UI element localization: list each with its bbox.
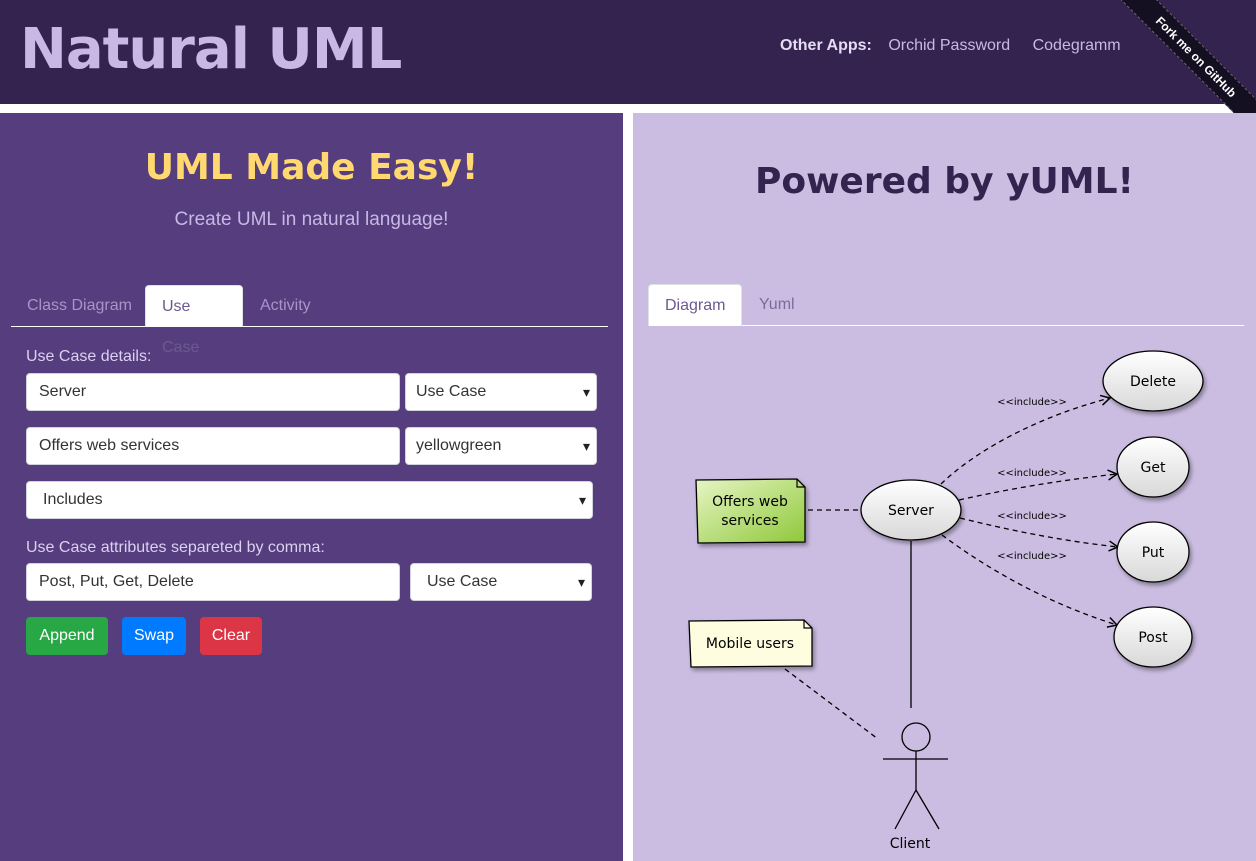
editor-subtitle: Create UML in natural language!	[174, 209, 449, 230]
use-case-type-select[interactable]: Use Case	[405, 373, 597, 411]
editor-title: UML Made Easy!	[144, 147, 479, 188]
include-label-post: <<include>>	[997, 551, 1067, 562]
app-logo[interactable]: Natural UML	[20, 10, 402, 90]
attributes-label: Use Case attributes separeted by comma:	[26, 539, 325, 556]
note2-text: Mobile users	[706, 636, 794, 652]
use-case-put-label: Put	[1142, 545, 1165, 561]
note1-line1: Offers web	[712, 494, 788, 510]
swap-button[interactable]: Swap	[122, 617, 186, 655]
orchid-password-link[interactable]: Orchid Password	[888, 37, 1010, 54]
other-apps-label: Other Apps:	[780, 37, 872, 54]
other-apps-nav: Other Apps: Orchid Password Codegramm	[780, 37, 1139, 55]
append-button[interactable]: Append	[26, 617, 108, 655]
actor-client-label: Client	[890, 836, 931, 852]
codegramm-link[interactable]: Codegramm	[1033, 37, 1121, 54]
tabs-divider	[11, 326, 608, 327]
include-label-put: <<include>>	[997, 511, 1067, 522]
note-color-select[interactable]: yellowgreen	[405, 427, 597, 465]
use-case-details-label: Use Case details:	[26, 348, 152, 365]
tab-use-case[interactable]: Use Case	[145, 285, 243, 356]
note-offers-web-services	[695, 478, 806, 544]
include-label-delete: <<include>>	[997, 397, 1067, 408]
use-case-server-label: Server	[888, 503, 934, 519]
tab-class-diagram[interactable]: Class Diagram	[11, 285, 148, 326]
attributes-input[interactable]: Post, Put, Get, Delete	[26, 563, 400, 601]
attributes-type-select[interactable]: Use Case	[410, 563, 592, 601]
use-case-get-label: Get	[1141, 460, 1166, 476]
editor-tabs: Class Diagram Use Case Activity	[11, 285, 608, 356]
use-case-delete-label: Delete	[1130, 374, 1176, 390]
note-textarea[interactable]: Offers web services	[26, 427, 400, 465]
note1-line2: services	[721, 513, 778, 529]
edge-put	[959, 517, 1120, 552]
use-case-post-label: Post	[1138, 630, 1168, 646]
use-case-name-input[interactable]: Server	[26, 373, 400, 411]
editor-panel: UML Made Easy! Create UML in natural lan…	[0, 113, 623, 861]
relation-select[interactable]: Includes	[26, 481, 593, 519]
clear-button[interactable]: Clear	[200, 617, 262, 655]
include-label-get: <<include>>	[997, 468, 1067, 479]
uml-diagram: <<include>> <<include>> <<include>> <<in…	[688, 350, 1204, 852]
github-ribbon-container: Fork me on GitHub	[1116, 0, 1256, 130]
fork-on-github-ribbon[interactable]: Fork me on GitHub	[1116, 0, 1256, 130]
preview-panel: Powered by yUML! Diagram Yuml <<include>…	[633, 113, 1256, 861]
tab-activity[interactable]: Activity	[244, 285, 327, 326]
edge-post	[941, 534, 1119, 628]
top-navbar: Natural UML Other Apps: Orchid Password …	[0, 0, 1256, 130]
note2-connector	[784, 668, 879, 740]
actor-client-figure	[883, 722, 948, 830]
